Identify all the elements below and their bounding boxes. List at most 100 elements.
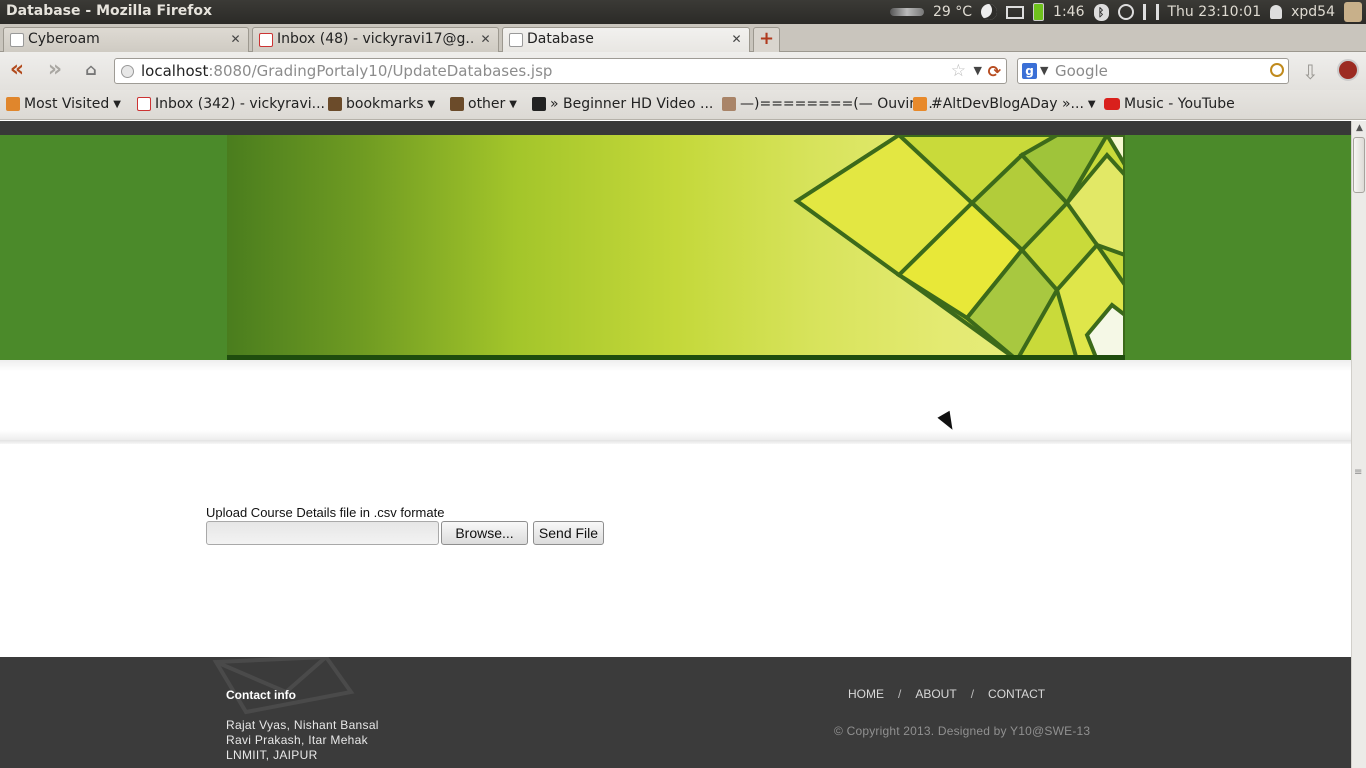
bookmark-folder-other[interactable]: other ▼	[450, 96, 517, 112]
youtube-icon	[1104, 98, 1120, 110]
username[interactable]: xpd54	[1291, 4, 1335, 20]
browse-button[interactable]: Browse...	[441, 521, 528, 545]
scroll-up-arrow-icon[interactable]: ▲	[1354, 123, 1365, 134]
file-path-field[interactable]	[206, 521, 439, 545]
user-icon[interactable]	[1270, 5, 1283, 19]
site-identity-icon[interactable]	[121, 65, 134, 78]
os-top-panel: Database - Mozilla Firefox 29 °C 1:46 ᛒ …	[0, 0, 1366, 24]
menu-band	[0, 360, 1351, 440]
search-input[interactable]: Google	[1055, 62, 1108, 80]
contact-line: Ravi Prakash, Itar Mehak	[226, 733, 368, 747]
section-divider	[0, 440, 1351, 444]
network-icon[interactable]	[1142, 4, 1159, 20]
scrollbar-thumb[interactable]	[1353, 137, 1365, 193]
footer-link-contact[interactable]: CONTACT	[988, 687, 1045, 701]
sound-icon[interactable]	[1117, 4, 1134, 20]
weather-icon[interactable]	[890, 8, 924, 16]
chevron-down-icon: ▼	[509, 98, 517, 110]
bookmark-label: Inbox (342) - vickyravi...	[155, 96, 325, 112]
bookmark-label: #AltDevBlogADay »...	[931, 96, 1084, 112]
battery-icon[interactable]	[1033, 3, 1045, 21]
bookmark-altdevblogaday[interactable]: #AltDevBlogADay »... ▼	[913, 96, 1096, 112]
gmail-icon	[137, 97, 151, 111]
bookmarks-toolbar: Most Visited ▼ Inbox (342) - vickyravi...…	[0, 90, 1366, 120]
tab-inbox[interactable]: Inbox (48) - vickyravi17@g... ✕	[252, 27, 499, 52]
bookmark-most-visited[interactable]: Most Visited ▼	[6, 96, 121, 112]
diamond-pattern-graphic	[793, 135, 1125, 360]
bookmark-folder-bookmarks[interactable]: bookmarks ▼	[328, 96, 435, 112]
footer-nav: HOME / ABOUT / CONTACT	[848, 687, 1045, 701]
site-icon	[532, 97, 546, 111]
gmail-icon	[259, 33, 273, 47]
system-tray: 29 °C 1:46 ᛒ Thu 23:10:01 xpd54	[890, 0, 1366, 24]
contact-line: Rajat Vyas, Nishant Bansal	[226, 718, 379, 732]
search-engine-dropdown-icon[interactable]: ▼	[1040, 64, 1048, 77]
tab-cyberoam[interactable]: Cyberoam ✕	[3, 27, 249, 52]
contact-line: LNMIIT, JAIPUR	[226, 748, 318, 762]
envelope-watermark-icon	[212, 657, 355, 715]
navigation-bar: « » ⌂ localhost:8080/GradingPortaly10/Up…	[0, 52, 1366, 90]
moon-icon[interactable]	[981, 4, 998, 20]
site-icon	[722, 97, 736, 111]
scrollbar-grip-icon: ≡	[1354, 467, 1363, 478]
search-bar[interactable]: g ▼ Google	[1017, 58, 1289, 84]
url-history-dropdown-icon[interactable]: ▼	[974, 64, 982, 77]
upload-label: Upload Course Details file in .csv forma…	[206, 505, 445, 520]
url-host: localhost	[141, 62, 209, 80]
url-text[interactable]: localhost:8080/GradingPortaly10/UpdateDa…	[141, 62, 552, 80]
footer-nav-separator: /	[898, 687, 902, 701]
url-path: :8080/GradingPortaly10/UpdateDatabases.j…	[208, 62, 553, 80]
send-file-button[interactable]: Send File	[533, 521, 604, 545]
bookmark-inbox[interactable]: Inbox (342) - vickyravi...	[137, 96, 325, 112]
chevron-down-icon: ▼	[1087, 98, 1096, 110]
folder-icon	[450, 97, 464, 111]
page-icon	[509, 33, 523, 47]
chevron-down-icon: ▼	[427, 98, 436, 110]
bookmark-label: —)========(— Ouvir ...	[740, 96, 933, 112]
tab-database[interactable]: Database ✕	[502, 27, 750, 53]
header-banner	[227, 135, 1125, 360]
site-header	[0, 135, 1351, 360]
contact-info-heading: Contact info	[226, 688, 296, 702]
bookmark-beginner-hd-video[interactable]: » Beginner HD Video ...	[532, 96, 713, 112]
site-top-bar	[0, 121, 1351, 135]
forward-button[interactable]: »	[44, 59, 66, 82]
tab-close-icon[interactable]: ✕	[479, 33, 492, 46]
vertical-scrollbar[interactable]: ▲	[1351, 121, 1366, 768]
search-icon[interactable]	[1270, 63, 1284, 77]
clock[interactable]: Thu 23:10:01	[1168, 4, 1262, 20]
mail-icon[interactable]	[1006, 5, 1025, 19]
bookmark-star-icon[interactable]: ☆	[951, 61, 966, 81]
folder-icon	[328, 97, 342, 111]
footer-link-about[interactable]: ABOUT	[915, 687, 956, 701]
tab-close-icon[interactable]: ✕	[730, 33, 743, 46]
footer-link-home[interactable]: HOME	[848, 687, 884, 701]
session-menu-icon[interactable]	[1344, 2, 1362, 22]
most-visited-icon	[6, 97, 20, 111]
bluetooth-icon[interactable]: ᛒ	[1093, 3, 1109, 21]
temperature-label[interactable]: 29 °C	[933, 4, 972, 20]
download-icon[interactable]: ⇩	[1302, 60, 1319, 84]
bookmark-ouvir[interactable]: —)========(— Ouvir ...	[722, 96, 933, 112]
url-bar[interactable]: localhost:8080/GradingPortaly10/UpdateDa…	[114, 58, 1007, 84]
page-viewport: Upload Course Details file in .csv forma…	[0, 121, 1351, 768]
reload-icon[interactable]: ⟳	[988, 62, 1001, 81]
home-button[interactable]: ⌂	[80, 60, 102, 82]
footer-nav-separator: /	[970, 687, 975, 701]
chevron-down-icon: ▼	[113, 98, 121, 110]
tab-strip: Cyberoam ✕ Inbox (48) - vickyravi17@g...…	[0, 24, 1366, 53]
new-tab-button[interactable]: +	[753, 27, 780, 52]
search-engine-icon[interactable]: g	[1022, 63, 1037, 79]
bookmark-label: other	[468, 96, 506, 112]
back-button[interactable]: «	[6, 59, 28, 82]
bookmark-music-youtube[interactable]: Music - YouTube	[1104, 96, 1235, 112]
window-title: Database - Mozilla Firefox	[6, 3, 212, 19]
bookmark-label: » Beginner HD Video ...	[550, 96, 714, 112]
tab-label: Inbox (48) - vickyravi17@g...	[277, 31, 473, 47]
tab-label: Database	[527, 31, 594, 47]
bookmark-label: bookmarks	[346, 96, 424, 112]
tab-close-icon[interactable]: ✕	[229, 33, 242, 46]
rss-icon	[913, 97, 927, 111]
addon-icon[interactable]	[1337, 59, 1359, 81]
battery-time[interactable]: 1:46	[1053, 4, 1084, 20]
